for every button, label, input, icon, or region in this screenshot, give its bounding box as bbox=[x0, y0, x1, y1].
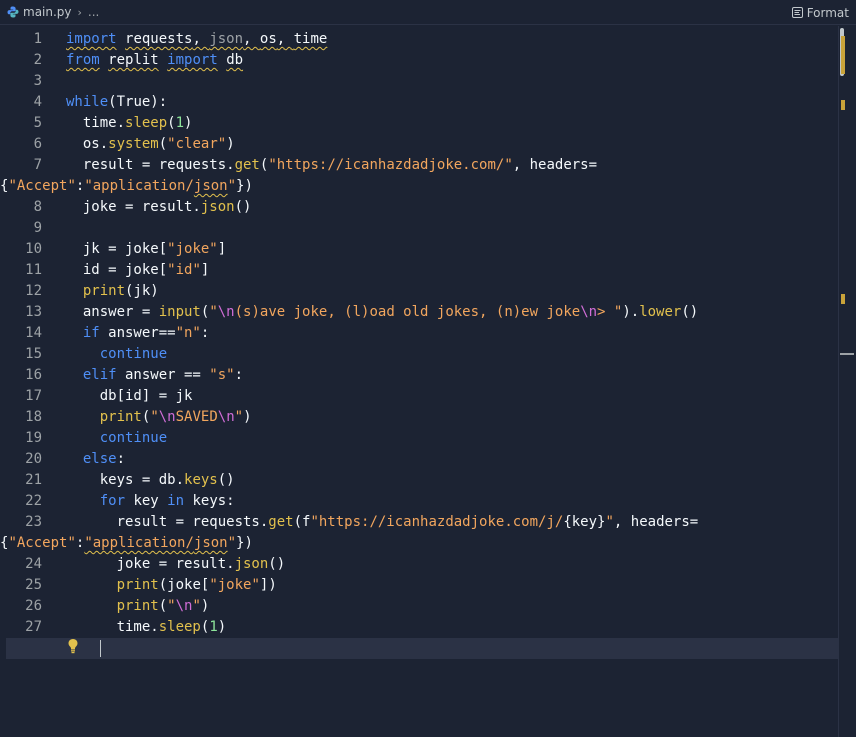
code-line[interactable]: print("\n") bbox=[66, 596, 836, 617]
breadcrumb-file[interactable]: main.py bbox=[23, 5, 72, 19]
overview-cursor-line bbox=[840, 353, 854, 355]
line-number: 22 bbox=[25, 493, 42, 509]
code-line[interactable]: print(joke["joke"]) bbox=[66, 575, 836, 596]
line-number: 13 bbox=[25, 304, 42, 320]
code-line[interactable]: continue bbox=[66, 344, 836, 365]
line-number: 6 bbox=[33, 136, 42, 152]
code-line[interactable]: os.system("clear") bbox=[66, 134, 836, 155]
line-number: 18 bbox=[25, 409, 42, 425]
code-line[interactable]: continue bbox=[66, 428, 836, 449]
lightbulb-icon[interactable] bbox=[67, 638, 79, 654]
line-number: 5 bbox=[33, 115, 42, 131]
overview-warning-mark bbox=[841, 100, 845, 110]
code-line[interactable]: db[id] = jk bbox=[66, 386, 836, 407]
line-number: 19 bbox=[25, 430, 42, 446]
overview-warning-mark bbox=[841, 36, 845, 74]
code-line[interactable]: time.sleep(1) bbox=[66, 113, 836, 134]
code-editor[interactable]: 1 2 3 4 5 6 7 8 9 10 11 12 13 14 15 16 1… bbox=[0, 26, 856, 737]
code-line[interactable]: result = requests.get("https://icanhazda… bbox=[0, 155, 836, 197]
line-number: 8 bbox=[33, 199, 42, 215]
format-label: Format bbox=[806, 5, 849, 20]
line-number: 12 bbox=[25, 283, 42, 299]
line-number: 15 bbox=[25, 346, 42, 362]
code-line[interactable]: joke = result.json() bbox=[66, 554, 836, 575]
line-number: 24 bbox=[25, 556, 42, 572]
line-number: 1 bbox=[33, 31, 42, 47]
code-line[interactable]: if answer=="n": bbox=[66, 323, 836, 344]
code-line[interactable]: keys = db.keys() bbox=[66, 470, 836, 491]
vertical-scrollbar[interactable] bbox=[838, 26, 856, 737]
code-line[interactable] bbox=[66, 71, 836, 92]
line-number: 17 bbox=[25, 388, 42, 404]
line-number: 16 bbox=[25, 367, 42, 383]
code-line[interactable]: answer = input("\n(s)ave joke, (l)oad ol… bbox=[66, 302, 836, 323]
code-line[interactable]: from replit import db bbox=[66, 50, 836, 71]
code-line[interactable]: else: bbox=[66, 449, 836, 470]
line-number: 21 bbox=[25, 472, 42, 488]
line-number: 9 bbox=[33, 220, 42, 236]
line-number: 3 bbox=[33, 73, 42, 89]
format-button[interactable]: Format bbox=[791, 0, 849, 25]
line-number: 20 bbox=[25, 451, 42, 467]
chevron-right-icon: › bbox=[77, 5, 82, 19]
code-line[interactable]: print("\nSAVED\n") bbox=[66, 407, 836, 428]
format-icon bbox=[791, 7, 803, 18]
code-line[interactable]: joke = result.json() bbox=[66, 197, 836, 218]
line-number-gutter: 1 2 3 4 5 6 7 8 9 10 11 12 13 14 15 16 1… bbox=[0, 29, 44, 659]
code-area[interactable]: import requests, json, os, time from rep… bbox=[0, 29, 838, 659]
code-line[interactable]: for key in keys: bbox=[66, 491, 836, 512]
python-icon bbox=[7, 6, 19, 18]
line-number: 26 bbox=[25, 598, 42, 614]
code-line[interactable]: id = joke["id"] bbox=[66, 260, 836, 281]
code-line[interactable]: result = requests.get(f"https://icanhazd… bbox=[0, 512, 836, 554]
code-line[interactable] bbox=[66, 218, 836, 239]
breadcrumb-more[interactable]: ... bbox=[88, 5, 99, 19]
line-number: 25 bbox=[25, 577, 42, 593]
breadcrumb: main.py › ... bbox=[0, 0, 99, 25]
line-number: 10 bbox=[25, 241, 42, 257]
line-number: 4 bbox=[33, 94, 42, 110]
overview-warning-mark bbox=[841, 294, 845, 304]
code-line[interactable]: time.sleep(1) bbox=[66, 617, 836, 638]
line-number: 14 bbox=[25, 325, 42, 341]
code-line-active[interactable] bbox=[6, 638, 838, 659]
editor-tab-header: main.py › ... Format bbox=[0, 0, 856, 25]
code-line[interactable]: elif answer == "s": bbox=[66, 365, 836, 386]
code-line[interactable]: print(jk) bbox=[66, 281, 836, 302]
line-number: 11 bbox=[25, 262, 42, 278]
text-cursor bbox=[100, 639, 101, 657]
line-number: 2 bbox=[33, 52, 42, 68]
line-number: 27 bbox=[25, 619, 42, 635]
code-line[interactable]: while(True): bbox=[66, 92, 836, 113]
code-line[interactable]: import requests, json, os, time bbox=[66, 29, 836, 50]
code-line[interactable]: jk = joke["joke"] bbox=[66, 239, 836, 260]
